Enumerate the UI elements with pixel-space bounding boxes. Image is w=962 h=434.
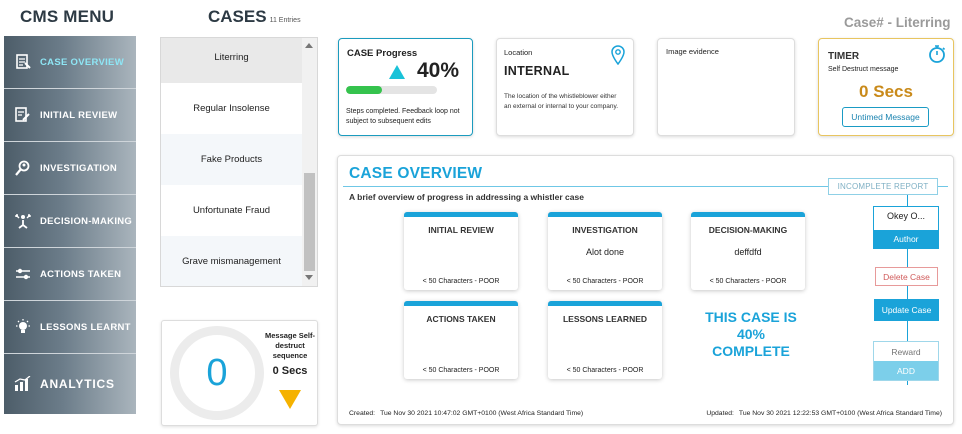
countdown-ring: 0 xyxy=(170,326,264,420)
location-card: Location INTERNAL The location of the wh… xyxy=(496,38,634,136)
timer-subtitle: Self Destruct message xyxy=(828,66,899,73)
sliders-icon xyxy=(14,265,32,283)
sidebar-item-lessons-learnt[interactable]: LESSONS LEARNT xyxy=(4,301,136,353)
location-label: Location xyxy=(504,48,533,57)
timer-seconds: 0 Secs xyxy=(859,82,913,101)
updated-label: Updated: xyxy=(706,410,734,417)
timer-title: TIMER xyxy=(828,51,860,62)
edit-document-icon xyxy=(14,106,32,124)
sidebar: CASE OVERVIEW INITIAL REVIEW INVESTIGATI… xyxy=(4,36,136,414)
location-pin-icon xyxy=(611,45,625,70)
stage-footer: < 50 Characters - POOR xyxy=(709,278,787,285)
sidebar-item-analytics[interactable]: ANALYTICS xyxy=(4,354,136,414)
case-overview-panel: CASE OVERVIEW A brief overview of progre… xyxy=(337,155,954,425)
stage-footer: < 50 Characters - POOR xyxy=(566,278,644,285)
stage-title: LESSONS LEARNED xyxy=(562,314,648,324)
sidebar-item-label: INITIAL REVIEW xyxy=(40,109,118,121)
untimed-message-button[interactable]: Untimed Message xyxy=(842,107,929,127)
stage-title: INITIAL REVIEW xyxy=(428,225,494,235)
scroll-thumb[interactable] xyxy=(304,173,315,271)
created-value: Tue Nov 30 2021 10:47:02 GMT+0100 (West … xyxy=(380,410,584,417)
stage-card-decision-making[interactable]: DECISION-MAKING deffdfd < 50 Characters … xyxy=(691,212,805,290)
document-icon xyxy=(14,53,32,71)
delete-case-button[interactable]: Delete Case xyxy=(875,267,938,286)
scroll-down-arrow-icon[interactable] xyxy=(305,275,313,280)
cases-count: 11 Entries xyxy=(269,17,301,24)
case-progress-card: CASE Progress 40% Steps completed. Feedb… xyxy=(338,38,473,136)
down-arrow-icon xyxy=(279,390,301,409)
case-list-item[interactable]: Unfortunate Fraud xyxy=(161,185,302,236)
case-progress-bar xyxy=(346,86,437,94)
stage-title: INVESTIGATION xyxy=(572,225,638,235)
stage-footer: < 50 Characters - POOR xyxy=(422,367,500,374)
sidebar-item-investigation[interactable]: INVESTIGATION xyxy=(4,142,136,194)
case-overview-subtitle: A brief overview of progress in addressi… xyxy=(349,192,584,202)
countdown-value: 0 xyxy=(206,351,228,394)
stage-card-actions-taken[interactable]: ACTIONS TAKEN < 50 Characters - POOR xyxy=(404,301,518,379)
stage-card-investigation[interactable]: INVESTIGATION Alot done < 50 Characters … xyxy=(548,212,662,290)
cms-menu-title: CMS MENU xyxy=(20,7,115,26)
sidebar-item-initial-review[interactable]: INITIAL REVIEW xyxy=(4,89,136,141)
case-heading: Case# - Literring xyxy=(844,15,951,30)
case-list-item[interactable]: Literring xyxy=(161,38,302,83)
stopwatch-icon xyxy=(927,44,947,69)
reward-input[interactable] xyxy=(874,342,938,362)
sidebar-item-label: ANALYTICS xyxy=(40,377,115,391)
arrows-person-icon xyxy=(14,212,32,230)
incomplete-report-badge: INCOMPLETE REPORT xyxy=(828,178,938,195)
case-list-item[interactable]: Regular Insolense xyxy=(161,83,302,134)
scroll-up-arrow-icon[interactable] xyxy=(305,43,313,48)
completion-summary: THIS CASE IS 40% COMPLETE xyxy=(705,309,797,359)
stage-card-initial-review[interactable]: INITIAL REVIEW < 50 Characters - POOR xyxy=(404,212,518,290)
stage-title: DECISION-MAKING xyxy=(708,225,788,235)
updated-timestamp: Updated: Tue Nov 30 2021 12:22:53 GMT+010… xyxy=(706,410,942,417)
updated-value: Tue Nov 30 2021 12:22:53 GMT+0100 (West … xyxy=(738,410,942,417)
cases-title: CASES 11 Entries xyxy=(208,7,301,27)
add-reward-button[interactable]: ADD xyxy=(874,361,938,380)
sidebar-item-label: LESSONS LEARNT xyxy=(40,321,131,333)
sidebar-item-label: INVESTIGATION xyxy=(40,162,118,174)
self-destruct-message: Message Self-destruct sequence xyxy=(264,331,316,360)
magnifier-person-icon xyxy=(14,159,32,177)
stage-text: Alot done xyxy=(585,247,625,257)
stage-title: ACTIONS TAKEN xyxy=(426,314,496,324)
case-progress-note: Steps completed. Feedback loop not subje… xyxy=(346,108,460,125)
case-list-item[interactable]: Fake Products xyxy=(161,134,302,185)
lightbulb-icon xyxy=(14,318,32,336)
sidebar-item-case-overview[interactable]: CASE OVERVIEW xyxy=(4,36,136,88)
stage-card-lessons-learned[interactable]: LESSONS LEARNED < 50 Characters - POOR xyxy=(548,301,662,379)
sidebar-item-label: CASE OVERVIEW xyxy=(40,56,124,68)
timer-card: TIMER Self Destruct message 0 Secs Untim… xyxy=(818,38,954,136)
location-value: INTERNAL xyxy=(504,64,570,78)
created-label: Created: xyxy=(349,410,376,417)
up-arrow-icon xyxy=(389,65,405,79)
author-label: Author xyxy=(874,230,938,248)
sidebar-item-actions-taken[interactable]: ACTIONS TAKEN xyxy=(4,248,136,300)
author-value: Okey O... xyxy=(886,211,925,221)
stage-text: deffdfd xyxy=(734,247,762,257)
sidebar-item-label: ACTIONS TAKEN xyxy=(40,268,122,280)
cases-title-text: CASES xyxy=(208,7,267,26)
case-progress-label: CASE Progress xyxy=(347,48,418,59)
created-timestamp: Created: Tue Nov 30 2021 10:47:02 GMT+010… xyxy=(349,410,583,417)
self-destruct-panel: 0 Message Self-destruct sequence 0 Secs xyxy=(161,320,318,426)
location-description: The location of the whistleblower either… xyxy=(504,93,619,110)
sidebar-item-decision-making[interactable]: DECISION-MAKING xyxy=(4,195,136,247)
author-box[interactable]: Okey O... Author xyxy=(873,206,939,249)
case-progress-percent: 40% xyxy=(417,59,460,82)
case-list-item[interactable]: Grave mismanagement xyxy=(161,236,302,286)
sidebar-item-label: DECISION-MAKING xyxy=(40,215,133,227)
bar-chart-icon xyxy=(14,375,32,393)
case-list: Literring Regular Insolense Fake Product… xyxy=(160,37,318,287)
reward-box: ADD xyxy=(873,341,939,381)
self-destruct-seconds: 0 Secs xyxy=(272,365,308,377)
stage-footer: < 50 Characters - POOR xyxy=(422,278,500,285)
case-list-scrollbar[interactable] xyxy=(302,38,317,286)
case-progress-fill xyxy=(346,86,383,94)
image-evidence-card[interactable]: Image evidence xyxy=(657,38,795,136)
case-overview-title: CASE OVERVIEW xyxy=(349,165,483,182)
update-case-button[interactable]: Update Case xyxy=(874,299,939,321)
image-evidence-label: Image evidence xyxy=(666,47,719,56)
stage-footer: < 50 Characters - POOR xyxy=(566,367,644,374)
